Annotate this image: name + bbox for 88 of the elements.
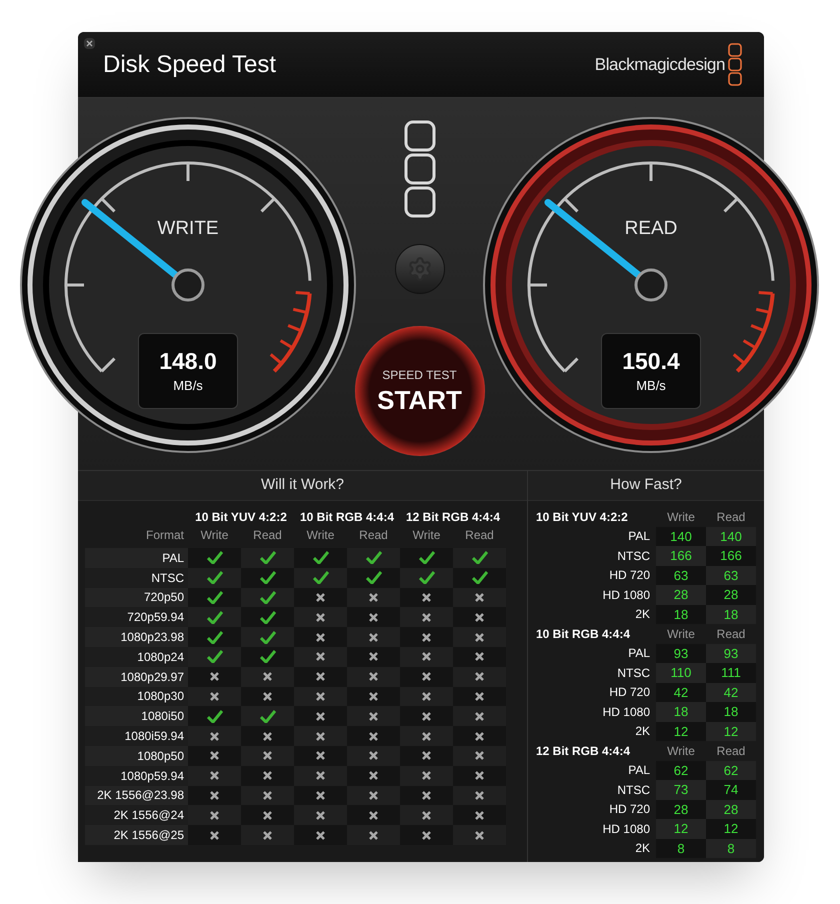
format-label: PAL [627,528,651,546]
table-cell: 166 [706,546,756,566]
table-cell: 93 [656,644,706,663]
table-cell: 12 [656,722,706,741]
speed-unit: MB/s [636,376,666,395]
speed-value: 148.0 [159,346,217,376]
panel-title: How Fast? [610,475,682,496]
format-label: 1080p50 [85,746,188,766]
column-group-heading: 10 Bit RGB 4:4:4 [298,509,396,526]
format-label: HD 1080 [602,704,651,721]
table-cell: 18 [656,604,706,624]
format-label: NTSC [616,548,651,565]
format-label: 1080p23.98 [85,627,188,647]
column-heading: Write [666,508,696,526]
table-cell: 28 [656,800,706,819]
table-cell: 74 [706,780,756,800]
group-heading: 12 Bit RGB 4:4:4 [536,742,632,760]
column-group-heading: 10 Bit YUV 4:2:2 [194,509,288,526]
format-label: PAL [85,548,188,568]
format-label: 1080p29.97 [85,666,188,687]
format-label: 2K [634,723,651,740]
group-heading: 10 Bit RGB 4:4:4 [536,626,632,643]
table-cell: 18 [706,604,756,624]
table-cell: 73 [656,780,706,800]
column-heading: Write [200,527,230,544]
column-heading: Write [666,742,696,760]
format-label: 2K 1556@25 [85,825,188,845]
table-cell: 12 [656,819,706,838]
table-cell: 42 [656,682,706,702]
column-heading: Write [306,527,336,544]
settings-icon [406,256,432,282]
brand-name: Blackmagicdesign [594,54,725,76]
table-cell: 42 [706,682,756,702]
column-heading: Read [716,508,746,526]
group-heading: 10 Bit YUV 4:2:2 [536,508,629,526]
column-heading: Read [464,527,495,544]
table-cell: 140 [656,526,706,546]
format-label: HD 720 [608,801,651,818]
column-heading: Read [716,742,746,760]
format-label: 2K [634,840,651,858]
table-cell: 8 [656,838,706,858]
window-title: Disk Speed Test [103,50,276,80]
table-cell: 28 [706,800,756,819]
format-label: HD 1080 [602,820,651,838]
format-label: NTSC [616,782,651,799]
column-heading: Read [358,527,389,544]
table-cell: 8 [706,838,756,858]
logo-icon [404,120,436,218]
format-label: HD 720 [608,567,651,584]
column-group-heading: 12 Bit RGB 4:4:4 [404,509,502,526]
table-cell: 140 [706,526,756,546]
table-cell: 18 [706,702,756,722]
table-cell: 18 [656,702,706,722]
speed-value: 150.4 [622,346,680,376]
column-heading: Write [666,626,696,643]
table-cell: 28 [706,585,756,604]
table-cell: 63 [656,566,706,585]
format-label: 1080i50 [85,706,188,726]
format-label: 720p50 [85,588,188,608]
format-label: 1080p30 [85,686,188,706]
format-label: HD 720 [608,684,651,702]
gauge-label: WRITE [156,217,220,241]
column-heading: Read [252,527,283,544]
table-cell: 12 [706,722,756,741]
column-heading: Format [144,527,185,544]
format-label: NTSC [616,664,651,682]
column-heading: Write [412,527,442,544]
table-cell: 62 [656,760,706,780]
speed-unit: MB/s [173,376,203,395]
close-button[interactable] [84,38,95,49]
format-label: 2K [634,606,651,624]
column-heading: Read [716,626,746,643]
gauge-label: READ [624,217,678,241]
table-cell: 93 [706,644,756,663]
table-cell: 12 [706,819,756,838]
table-cell: 62 [706,760,756,780]
table-cell: 111 [706,663,756,682]
table-cell: 28 [656,585,706,604]
table-cell: 63 [706,566,756,585]
panel-title: Will it Work? [260,475,344,496]
table-cell: 166 [656,546,706,566]
logo-icon [728,42,742,86]
format-label: PAL [627,645,651,662]
table-cell: 110 [656,663,706,682]
format-label: 2K 1556@23.98 [85,786,188,806]
start-button[interactable]: SPEED TEST START [354,326,484,456]
format-label: PAL [627,762,651,780]
format-label: HD 1080 [602,586,651,604]
